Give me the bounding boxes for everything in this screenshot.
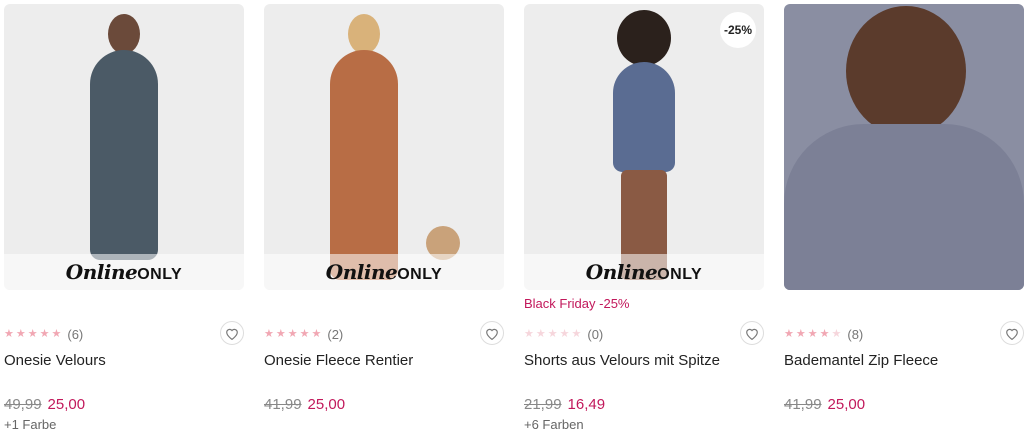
product-card[interactable]: OnlineONLY ★ ★ ★ ★ ★ (2) Onesie Fleece Renti… <box>264 4 504 440</box>
product-image[interactable]: OnlineONLY <box>264 4 504 290</box>
product-name[interactable]: Onesie Velours <box>4 352 106 369</box>
product-name[interactable]: Bademantel Zip Fleece <box>784 352 938 369</box>
star-rating: ★ ★ ★ ★ ★ <box>524 327 582 340</box>
rating: ★ ★ ★ ★ ★ (2) <box>264 321 504 346</box>
sale-price: 25,00 <box>307 396 346 413</box>
star-icon: ★ <box>15 327 26 340</box>
star-icon: ★ <box>51 327 62 340</box>
star-icon: ★ <box>524 327 534 340</box>
product-image[interactable]: OnlineONLY <box>4 4 244 290</box>
review-count: (6) <box>67 326 84 342</box>
online-only-logo: OnlineONLY <box>524 254 764 290</box>
star-icon: ★ <box>299 327 310 340</box>
model-figure <box>599 10 689 280</box>
star-icon: ★ <box>807 327 818 340</box>
star-icon: ★ <box>39 327 50 340</box>
review-count: (0) <box>587 326 604 342</box>
price: 49,99 25,00 <box>4 396 85 413</box>
old-price: 21,99 <box>524 396 562 413</box>
wishlist-button[interactable] <box>740 321 764 345</box>
star-icon: ★ <box>275 327 286 340</box>
wishlist-button[interactable] <box>480 321 504 345</box>
sale-price: 25,00 <box>827 396 866 413</box>
heart-icon <box>1006 328 1018 340</box>
star-icon: ★ <box>535 327 546 340</box>
product-card[interactable]: OnlineONLY ★ ★ ★ ★ ★ (6) Onesie Velours 49,9… <box>4 4 244 440</box>
online-only-logo: OnlineONLY <box>264 254 504 290</box>
product-card[interactable]: ★ ★ ★ ★ ★ (8) Bademantel Zip Fleece 41,99 25,… <box>784 4 1024 440</box>
heart-icon <box>746 328 758 340</box>
sale-price: 16,49 <box>567 396 606 413</box>
star-rating: ★ ★ ★ ★ ★ <box>784 327 842 340</box>
model-figure <box>324 10 404 280</box>
review-count: (2) <box>327 326 344 342</box>
old-price: 41,99 <box>264 396 302 413</box>
star-icon: ★ <box>784 327 794 340</box>
review-count: (8) <box>847 326 864 342</box>
model-figure <box>84 10 164 260</box>
star-rating: ★ ★ ★ ★ ★ <box>264 327 322 340</box>
star-icon: ★ <box>287 327 298 340</box>
rating: ★ ★ ★ ★ ★ (8) <box>784 321 1024 346</box>
discount-badge: -25% <box>720 12 756 48</box>
old-price: 41,99 <box>784 396 822 413</box>
robe-figure <box>784 124 1024 290</box>
wishlist-button[interactable] <box>220 321 244 345</box>
wishlist-button[interactable] <box>1000 321 1024 345</box>
promo-label: Black Friday -25% <box>524 296 630 311</box>
model-head <box>846 6 966 136</box>
product-name[interactable]: Shorts aus Velours mit Spitze <box>524 352 720 369</box>
product-name[interactable]: Onesie Fleece Rentier <box>264 352 413 369</box>
star-half-icon: ★ <box>831 327 842 340</box>
price: 21,99 16,49 <box>524 396 605 413</box>
star-icon: ★ <box>559 327 570 340</box>
star-icon: ★ <box>311 327 322 340</box>
product-card[interactable]: -25% OnlineONLY Black Friday -25% ★ ★ ★ ★ ★ … <box>524 4 764 440</box>
star-icon: ★ <box>571 327 582 340</box>
product-image[interactable] <box>784 4 1024 290</box>
heart-icon <box>486 328 498 340</box>
star-icon: ★ <box>27 327 38 340</box>
rating: ★ ★ ★ ★ ★ (0) <box>524 321 764 346</box>
product-image[interactable]: -25% OnlineONLY <box>524 4 764 290</box>
rating: ★ ★ ★ ★ ★ (6) <box>4 321 244 346</box>
star-icon: ★ <box>264 327 274 340</box>
heart-icon <box>226 328 238 340</box>
price: 41,99 25,00 <box>784 396 865 413</box>
star-icon: ★ <box>547 327 558 340</box>
color-variants[interactable]: +1 Farbe <box>4 417 56 432</box>
sale-price: 25,00 <box>47 396 86 413</box>
color-variants[interactable]: +6 Farben <box>524 417 584 432</box>
star-rating: ★ ★ ★ ★ ★ <box>4 327 62 340</box>
online-only-logo: OnlineONLY <box>4 254 244 290</box>
star-icon: ★ <box>4 327 14 340</box>
price: 41,99 25,00 <box>264 396 345 413</box>
star-icon: ★ <box>795 327 806 340</box>
star-icon: ★ <box>819 327 830 340</box>
old-price: 49,99 <box>4 396 42 413</box>
